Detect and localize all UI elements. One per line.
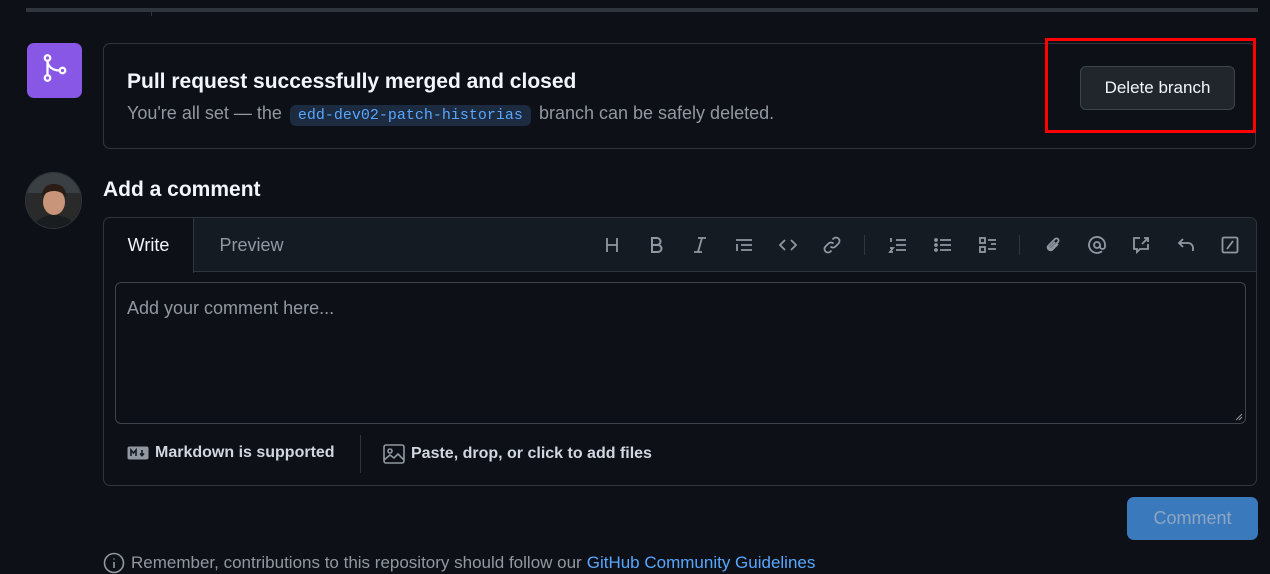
markdown-icon: [127, 446, 149, 460]
code-icon[interactable]: [775, 232, 801, 258]
add-files-button[interactable]: Paste, drop, or click to add files: [383, 444, 652, 464]
task-list-icon[interactable]: [975, 232, 1001, 258]
comment-submit-button[interactable]: Comment: [1127, 497, 1258, 540]
markdown-label: Markdown is supported: [155, 444, 335, 461]
footer-separator: [360, 435, 361, 473]
comment-placeholder: Add your comment here...: [127, 298, 335, 318]
slash-command-icon[interactable]: [1217, 232, 1243, 258]
comment-editor: Write Preview Add your comment here... M…: [103, 217, 1257, 486]
markdown-note[interactable]: Markdown is supported: [127, 444, 335, 462]
guidelines-text: Remember, contributions to this reposito…: [131, 553, 582, 572]
timeline-divider: [26, 8, 1258, 16]
link-icon[interactable]: [819, 232, 845, 258]
resize-handle-icon[interactable]: [1235, 413, 1243, 421]
merge-subtitle-prefix: You're all set — the: [127, 103, 282, 123]
merge-subtitle-suffix: branch can be safely deleted.: [538, 103, 775, 123]
attach-icon[interactable]: [1040, 232, 1066, 258]
heading-icon[interactable]: [599, 232, 625, 258]
merged-badge: [27, 43, 82, 98]
toolbar-separator: [864, 235, 865, 255]
add-comment-heading: Add a comment: [103, 178, 261, 201]
image-icon: [383, 444, 405, 464]
unordered-list-icon[interactable]: [930, 232, 956, 258]
reference-icon[interactable]: [1128, 232, 1154, 258]
guidelines-note: Remember, contributions to this reposito…: [103, 552, 815, 574]
add-files-label: Paste, drop, or click to add files: [411, 445, 652, 462]
quote-icon[interactable]: [731, 232, 757, 258]
bold-icon[interactable]: [643, 232, 669, 258]
highlight-annotation: [1045, 38, 1256, 133]
guidelines-link[interactable]: GitHub Community Guidelines: [587, 553, 816, 573]
branch-name: edd-dev02-patch-historias: [289, 105, 531, 126]
info-icon: [103, 552, 125, 574]
divider-tick: [151, 8, 152, 16]
merge-title: Pull request successfully merged and clo…: [127, 70, 577, 93]
italic-icon[interactable]: [687, 232, 713, 258]
reply-icon[interactable]: [1173, 232, 1199, 258]
ordered-list-icon[interactable]: [885, 232, 911, 258]
tab-preview[interactable]: Preview: [204, 218, 299, 272]
toolbar-separator: [1019, 235, 1020, 255]
tab-write[interactable]: Write: [104, 218, 194, 273]
merge-subtitle: You're all set — the edd-dev02-patch-his…: [127, 103, 774, 126]
git-merge-icon: [40, 53, 70, 88]
mention-icon[interactable]: [1084, 232, 1110, 258]
avatar[interactable]: [25, 172, 82, 229]
editor-header: Write Preview: [104, 218, 1256, 273]
comment-textarea[interactable]: Add your comment here...: [115, 282, 1246, 424]
